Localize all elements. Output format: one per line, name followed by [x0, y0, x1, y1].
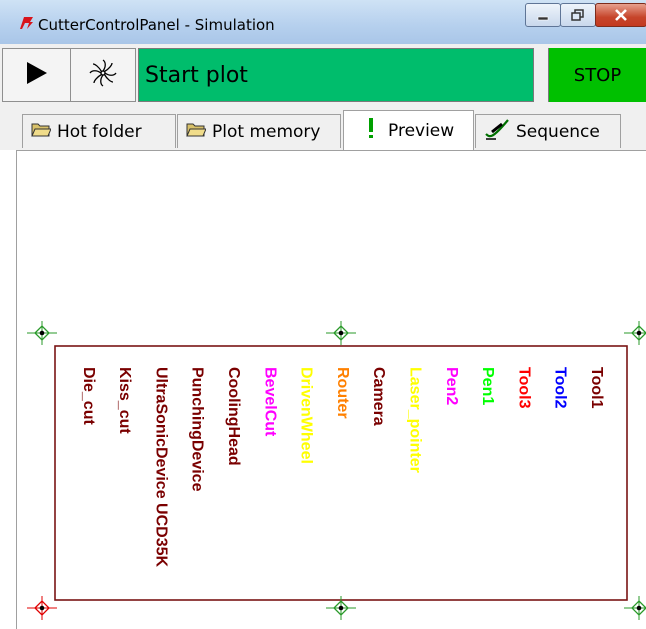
tool-label-tool2: Tool2: [552, 367, 569, 409]
plot-preview: Tool1 Tool2 Tool3 Pen1 Pen2 Laser_pointer Came…: [27, 321, 646, 620]
toolbar: Start plot STOP: [0, 44, 646, 106]
close-icon: [614, 6, 628, 25]
fan-button[interactable]: [70, 48, 136, 102]
tab-label: Hot folder: [57, 121, 142, 142]
tool-label-tool1: Tool1: [588, 367, 605, 409]
fan-icon: [88, 58, 118, 92]
tool-label-kiss-cut: Kiss_cut: [116, 367, 133, 434]
registration-marker-icon: [27, 321, 57, 345]
pen-check-icon: [484, 118, 510, 145]
tool-label-punchingdevice: PunchingDevice: [189, 367, 206, 492]
minimize-button[interactable]: [525, 3, 561, 27]
tool-labels: Tool1 Tool2 Tool3 Pen1 Pen2 Laser_pointer Came…: [80, 367, 605, 568]
tool-label-laser-pointer: Laser_pointer: [407, 367, 424, 473]
registration-marker-icon: [624, 321, 646, 345]
restore-icon: [571, 6, 585, 25]
tool-label-pen2: Pen2: [443, 367, 460, 405]
tool-label-tool3: Tool3: [515, 367, 532, 409]
preview-canvas[interactable]: Tool1 Tool2 Tool3 Pen1 Pen2 Laser_pointer Came…: [16, 150, 646, 629]
minimize-icon: [536, 6, 550, 25]
tool-label-camera: Camera: [370, 367, 387, 426]
caption-buttons: [525, 3, 646, 29]
tab-plot-memory[interactable]: Plot memory: [177, 114, 341, 148]
close-button[interactable]: [595, 3, 646, 27]
tab-hot-folder[interactable]: Hot folder: [22, 114, 176, 148]
play-button[interactable]: [2, 48, 70, 102]
play-icon: [24, 60, 50, 90]
marker-icon: [368, 117, 374, 144]
tool-label-coolinghead: CoolingHead: [225, 367, 242, 466]
tab-preview[interactable]: Preview: [343, 110, 474, 150]
tool-label-router: Router: [334, 367, 351, 419]
registration-marker-icon: [326, 321, 356, 345]
tool-label-drivenwheel: DrivenWheel: [298, 367, 315, 464]
tab-label: Sequence: [516, 121, 600, 142]
registration-markers: [27, 321, 646, 620]
title-bar[interactable]: CutterControlPanel - Simulation: [0, 0, 646, 45]
app-window: CutterControlPanel - Simulation Start pl…: [0, 0, 646, 629]
status-field: Start plot: [138, 48, 534, 102]
tab-label: Plot memory: [212, 121, 321, 142]
registration-marker-icon: [27, 596, 57, 620]
folder-icon: [186, 121, 207, 142]
tool-label-ultrasonicdevice-ucd35k: UltraSonicDevice UCD35K: [152, 367, 169, 568]
flag-logo-icon: [18, 15, 34, 34]
tool-label-pen1: Pen1: [479, 367, 496, 405]
folder-icon: [31, 121, 52, 142]
maximize-button[interactable]: [560, 3, 596, 27]
window-title: CutterControlPanel - Simulation: [38, 16, 275, 34]
stop-button[interactable]: STOP: [548, 48, 646, 102]
tool-label-die-cut: Die_cut: [80, 367, 97, 425]
tab-sequence[interactable]: Sequence: [475, 114, 621, 148]
tool-label-bevelcut: BevelCut: [261, 367, 278, 437]
tab-strip: Hot folder Plot memory Preview Sequence: [0, 106, 646, 150]
tab-label: Preview: [388, 120, 455, 141]
